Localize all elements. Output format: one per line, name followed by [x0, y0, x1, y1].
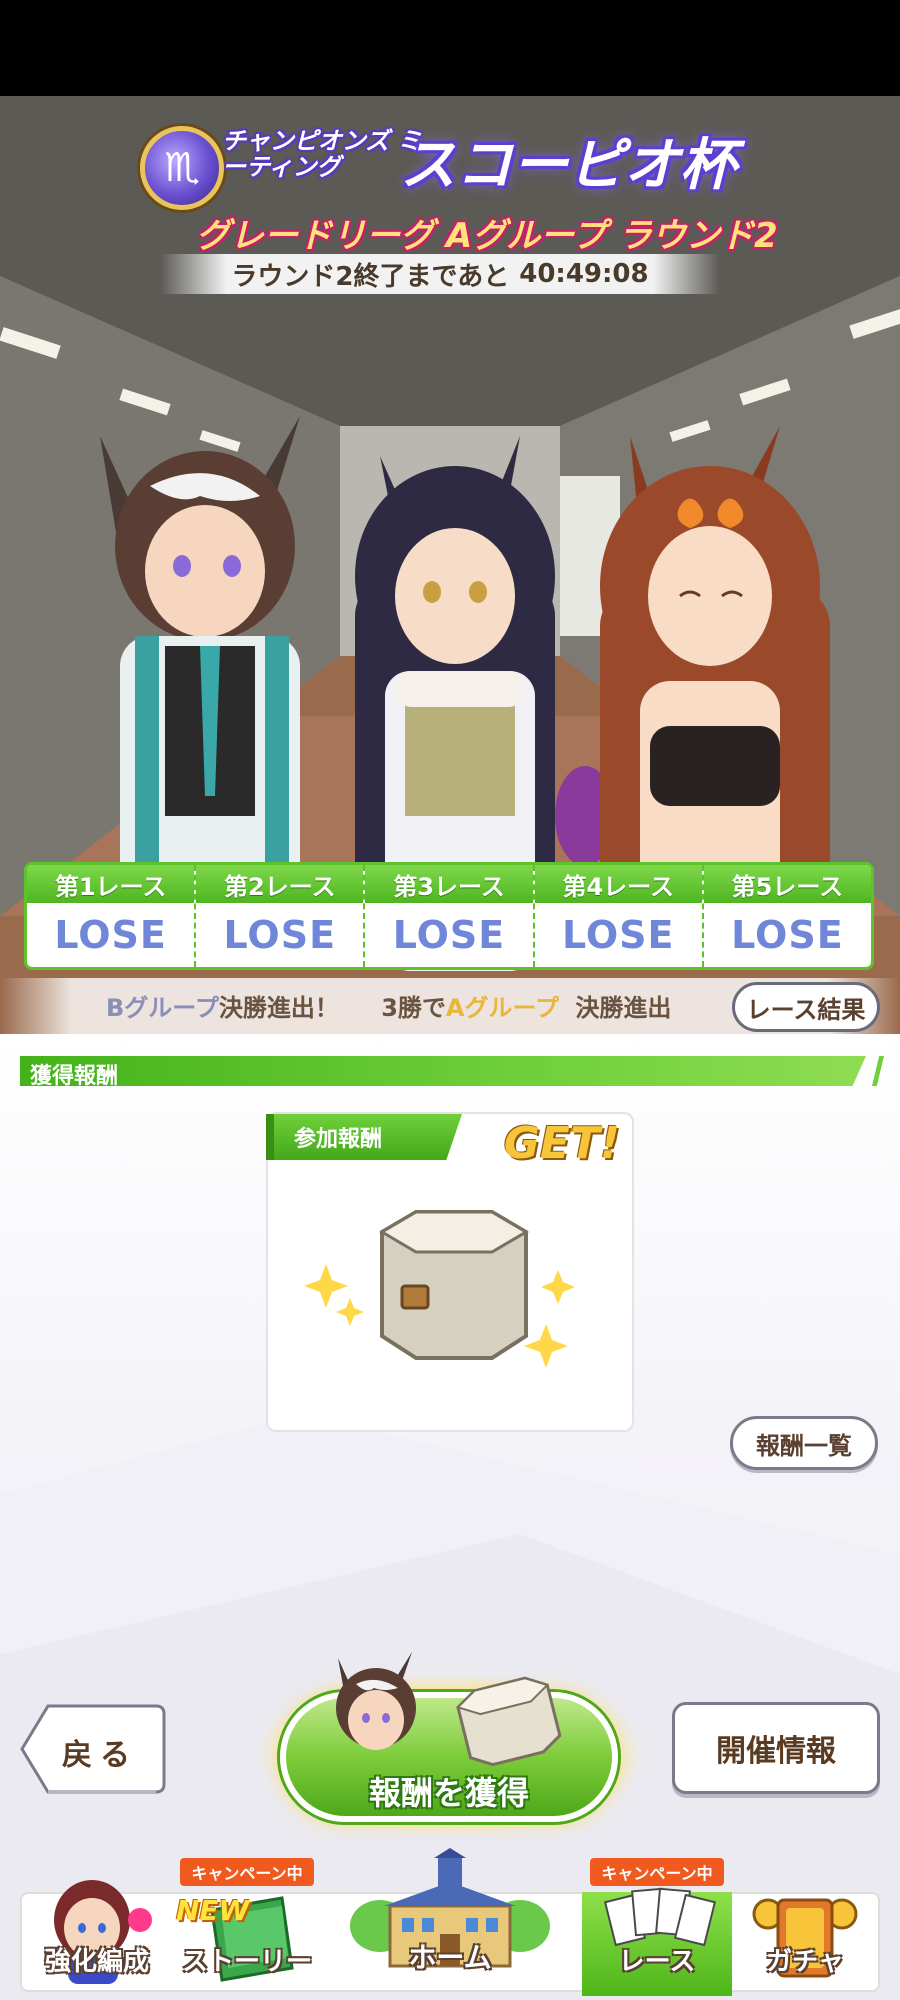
event-title: ♏ チャンピオンズ ミーティング スコーピオ杯 グレードリーグ Aグループ ラウ…	[140, 112, 778, 294]
new-badge: NEW	[176, 1894, 250, 1927]
notice-text: Bグループ決勝進出！ 3勝でAグループ 決勝進出	[106, 988, 671, 1023]
participation-reward-card[interactable]: 参加報酬 GET!	[266, 1112, 634, 1432]
nav-label: ストーリー	[181, 1947, 312, 1977]
race-label: 第1レース	[27, 865, 195, 903]
back-button[interactable]: 戻る	[20, 1704, 166, 1794]
rewards-header-label: 獲得報酬	[30, 1064, 119, 1089]
race-3: 第3レース LOSE	[365, 865, 535, 967]
race-1: 第1レース LOSE	[27, 865, 197, 967]
countdown-timer: 40:49:08	[519, 259, 649, 289]
campaign-badge: キャンペーン中	[180, 1858, 314, 1886]
race-result: LOSE	[392, 913, 506, 957]
nav-label: レース	[618, 1947, 696, 1977]
claim-rewards-button[interactable]: 報酬を獲得	[280, 1652, 618, 1822]
event-subtitle: チャンピオンズ ミーティング	[222, 127, 422, 181]
race-label: 第4レース	[534, 865, 702, 903]
status-bar	[0, 0, 900, 96]
scorpio-emblem-icon: ♏	[140, 126, 224, 210]
screen: ♏ チャンピオンズ ミーティング スコーピオ杯 グレードリーグ Aグループ ラウ…	[0, 0, 900, 2000]
notice-part3: 決勝進出	[575, 994, 672, 1022]
reward-tag: 参加報酬	[266, 1114, 462, 1160]
event-info-button[interactable]: 開催情報	[672, 1702, 880, 1794]
reward-tag-label: 参加報酬	[294, 1127, 383, 1152]
nav-label: ガチャ	[766, 1947, 844, 1977]
character-right	[600, 426, 830, 931]
bottom-navigation: 強化編成 キャンペーン中 NEW ストーリー ホーム キャンペーン中 レース ガ…	[0, 1840, 900, 2000]
race-result: LOSE	[561, 913, 675, 957]
nav-home[interactable]: ホーム	[320, 1846, 580, 1996]
race-result: LOSE	[223, 913, 337, 957]
group-b-label: Bグループ	[106, 994, 219, 1022]
race-4: 第4レース LOSE	[534, 865, 704, 967]
event-hero: ♏ チャンピオンズ ミーティング スコーピオ杯 グレードリーグ Aグループ ラウ…	[0, 96, 900, 1034]
nav-enhance[interactable]: 強化編成	[22, 1858, 172, 1998]
event-name: スコーピオ杯	[400, 133, 736, 198]
race-result: LOSE	[54, 913, 167, 957]
campaign-badge: キャンペーン中	[590, 1858, 724, 1886]
countdown-banner: ラウンド2終了まであと 40:49:08	[160, 254, 720, 294]
race-2: 第2レース LOSE	[196, 865, 366, 967]
notice-part2: 3勝で	[381, 994, 446, 1022]
nav-race[interactable]: キャンペーン中 レース	[582, 1858, 732, 1998]
race-label: 第5レース	[703, 865, 871, 903]
countdown-prefix: ラウンド2終了まであと	[231, 261, 510, 292]
claim-rewards-label: 報酬を獲得	[368, 1774, 529, 1812]
nav-gacha[interactable]: ガチャ	[730, 1858, 880, 1998]
nav-story[interactable]: キャンペーン中 NEW ストーリー	[172, 1858, 322, 1998]
claim-mascot-icon	[336, 1652, 562, 1767]
reward-list-button[interactable]: 報酬一覧	[730, 1416, 878, 1470]
race-5: 第5レース LOSE	[703, 865, 871, 967]
race-label: 第2レース	[196, 865, 364, 903]
reward-box-icon	[304, 1210, 575, 1368]
race-result: LOSE	[731, 913, 844, 957]
race-results: 第1レース LOSE 第2レース LOSE 第3レース LOSE 第4レース L…	[24, 862, 874, 970]
race-label: 第3レース	[365, 865, 533, 903]
nav-label: 強化編成	[44, 1947, 149, 1977]
back-label: 戻る	[62, 1738, 138, 1773]
nav-label: ホーム	[408, 1941, 492, 1974]
league-round: グレードリーグ Aグループ ラウンド2	[196, 216, 778, 256]
notice-part1: 決勝進出！	[218, 994, 339, 1022]
qualification-notice: Bグループ決勝進出！ 3勝でAグループ 決勝進出 レース結果	[0, 978, 900, 1034]
race-results-button[interactable]: レース結果	[732, 982, 880, 1032]
group-a-label: Aグループ	[445, 994, 560, 1022]
rewards-header: 獲得報酬	[20, 1056, 884, 1089]
get-label: GET!	[503, 1118, 620, 1169]
